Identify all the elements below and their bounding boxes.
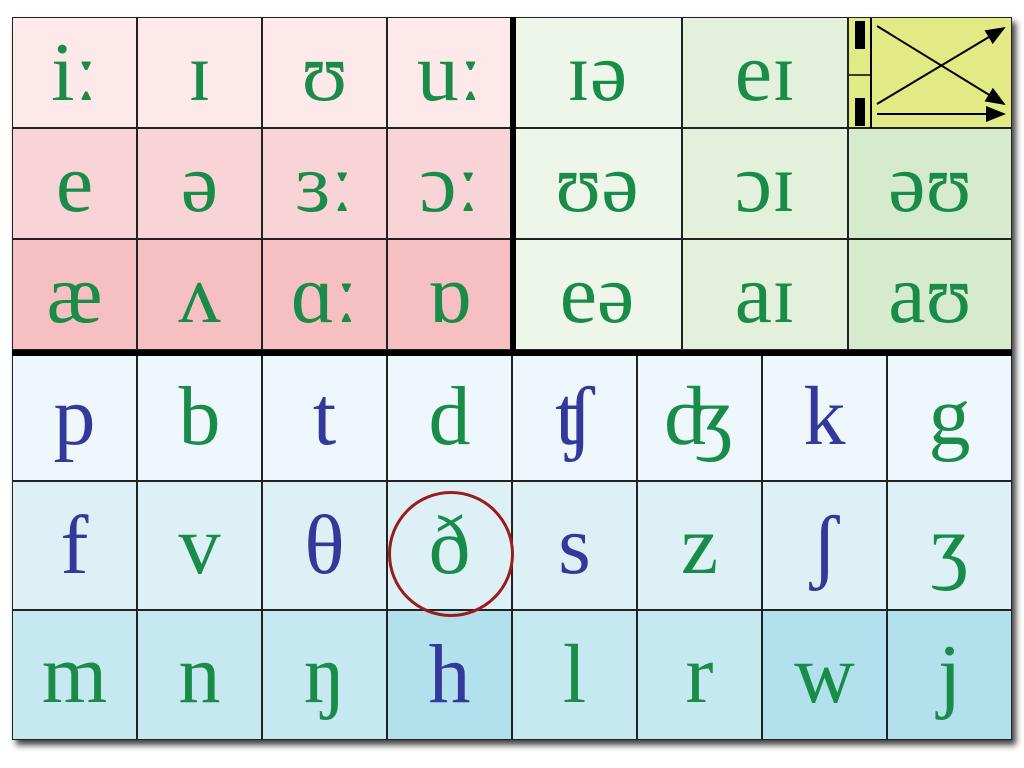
- vowel-cell[interactable]: ʌ: [137, 239, 262, 350]
- consonant-cell[interactable]: r: [637, 610, 762, 740]
- consonant-cell[interactable]: h: [387, 610, 512, 740]
- consonant-cell[interactable]: z: [637, 481, 762, 610]
- phonemic-chart: iː ɪ ʊ uː e ə ɜː ɔː æ ʌ ɑː ɒ ɪə eɪ ʊə ɔɪ əʊ eə aɪ aʊ p b t d ʧ ʤ k…: [12, 17, 1012, 740]
- consonant-cell[interactable]: f: [12, 481, 137, 610]
- intonation-arrows-icon[interactable]: [848, 17, 1012, 129]
- consonant-cell[interactable]: s: [512, 481, 637, 610]
- consonant-cell[interactable]: j: [887, 610, 1012, 740]
- vowel-cell[interactable]: e: [12, 128, 137, 239]
- diphthong-cell[interactable]: aɪ: [682, 239, 848, 350]
- consonant-cell[interactable]: n: [137, 610, 262, 740]
- consonant-cell[interactable]: l: [512, 610, 637, 740]
- vowel-cell[interactable]: ɔː: [387, 128, 512, 239]
- vowel-cell[interactable]: æ: [12, 239, 137, 350]
- vowel-cell[interactable]: ɪ: [137, 17, 262, 128]
- consonant-cell[interactable]: ŋ: [262, 610, 387, 740]
- vowel-cell[interactable]: ʊ: [262, 17, 387, 128]
- diphthong-cell[interactable]: ɪə: [512, 17, 682, 128]
- consonant-cell[interactable]: m: [12, 610, 137, 740]
- vowel-cell[interactable]: iː: [12, 17, 137, 128]
- vowel-diphthong-divider: [510, 17, 516, 352]
- diphthong-cell[interactable]: əʊ: [848, 128, 1012, 239]
- diphthong-cell[interactable]: aʊ: [848, 239, 1012, 350]
- diphthong-cell[interactable]: ɔɪ: [682, 128, 848, 239]
- vowel-cell[interactable]: ɒ: [387, 239, 512, 350]
- consonant-cell[interactable]: b: [137, 352, 262, 481]
- vowel-cell[interactable]: uː: [387, 17, 512, 128]
- consonant-cell[interactable]: ʧ: [512, 352, 637, 481]
- consonant-cell[interactable]: k: [762, 352, 887, 481]
- consonant-cell[interactable]: ʤ: [637, 352, 762, 481]
- consonant-cell[interactable]: ʃ: [762, 481, 887, 610]
- consonant-cell[interactable]: g: [887, 352, 1012, 481]
- diphthong-cell[interactable]: ʊə: [512, 128, 682, 239]
- consonant-cell[interactable]: d: [387, 352, 512, 481]
- consonant-cell[interactable]: θ: [262, 481, 387, 610]
- diphthong-cell[interactable]: eə: [512, 239, 682, 350]
- diphthong-cell[interactable]: eɪ: [682, 17, 848, 128]
- consonant-cell[interactable]: ð: [387, 481, 512, 610]
- consonant-cell[interactable]: w: [762, 610, 887, 740]
- consonant-cell[interactable]: p: [12, 352, 137, 481]
- consonant-cell[interactable]: v: [137, 481, 262, 610]
- consonant-cell[interactable]: ʒ: [887, 481, 1012, 610]
- vowel-consonant-divider: [12, 350, 1012, 356]
- vowel-cell[interactable]: ə: [137, 128, 262, 239]
- consonant-cell[interactable]: t: [262, 352, 387, 481]
- vowel-cell[interactable]: ɜː: [262, 128, 387, 239]
- vowel-cell[interactable]: ɑː: [262, 239, 387, 350]
